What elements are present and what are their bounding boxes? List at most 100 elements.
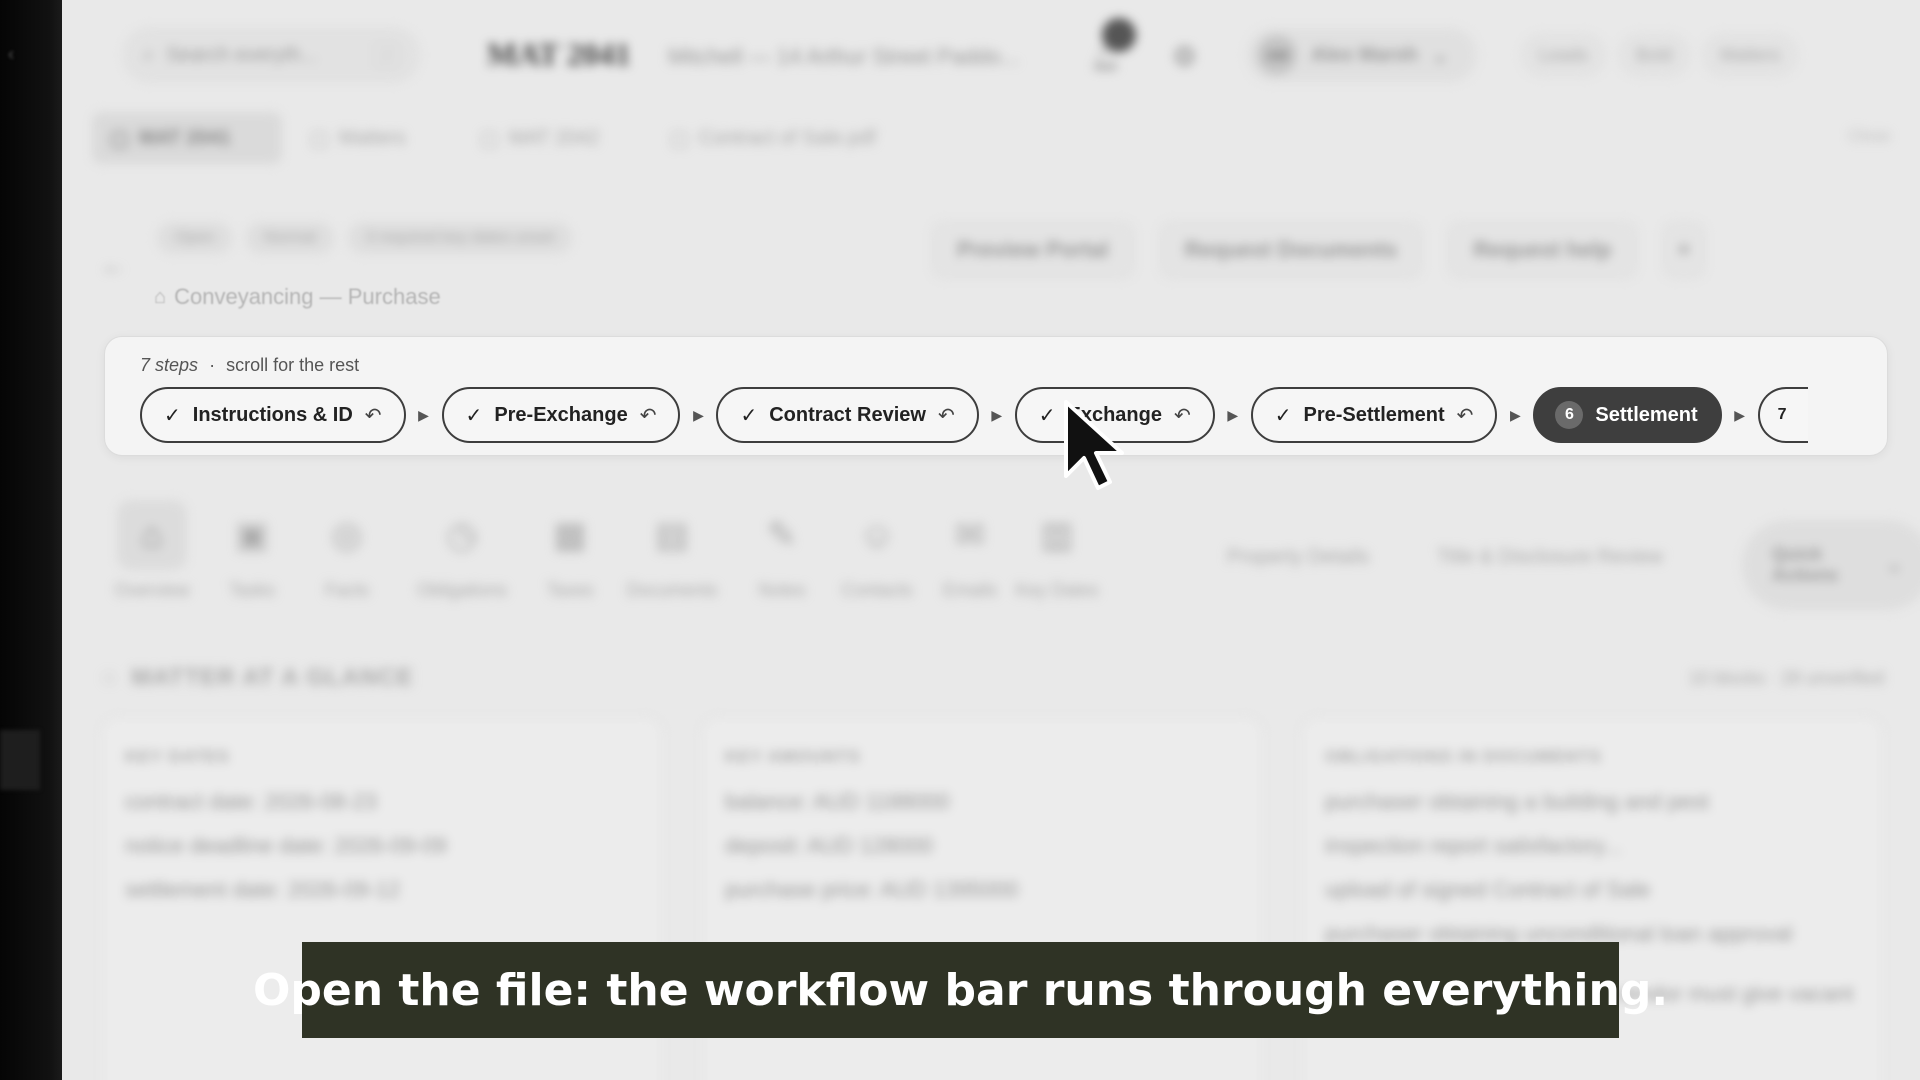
check-icon: ✓ [164, 404, 181, 427]
card-line: upload of signed Contract of Sale [1325, 877, 1651, 902]
step-contract-review[interactable]: ✓ Contract Review ↶ [716, 387, 979, 443]
edit-icon: ✎ [766, 514, 798, 555]
card-title: OBLIGATIONS IN DOCUMENTS [1325, 747, 1602, 766]
step-arrow-icon: ▶ [1510, 406, 1521, 423]
check-icon: ✓ [740, 404, 758, 427]
nav-tasks[interactable]: ▣ Tasks [197, 500, 307, 601]
back-arrow-icon[interactable]: ← [100, 250, 126, 281]
check-icon: ✓ [1274, 404, 1292, 427]
card-line: deposit: AUD 128000 [725, 833, 933, 858]
step-pre-settlement[interactable]: ✓ Pre-Settlement ↶ [1250, 387, 1498, 443]
tab-label: MAT 2042 [508, 126, 600, 149]
shield-icon: ◎ [331, 514, 363, 555]
tab-label: MAT 2041 [138, 126, 231, 149]
workflow-bar: 7 steps · scroll for the rest ✓ Instruct… [104, 336, 1888, 456]
notification-dot [1102, 18, 1136, 52]
nav-facts[interactable]: ◎ Facts [292, 500, 402, 601]
matters-button[interactable]: Matters [1703, 34, 1798, 76]
undo-icon[interactable]: ↶ [1174, 403, 1191, 428]
step-arrow-icon: ▶ [1734, 406, 1746, 423]
tab-matters[interactable]: ▢ Matters [292, 112, 424, 164]
step-label: Settlement [1595, 403, 1698, 426]
search-icon: ⌕ [143, 43, 155, 66]
section-nav: ⌂ Overview ▣ Tasks ◎ Facts ◷ Obligations… [97, 500, 1920, 630]
breadcrumb: ⌂ Conveyancing — Purchase [154, 284, 441, 310]
step-label: Instructions & ID [192, 403, 353, 426]
card-line: notice deadline date: 2026-09-09 [125, 833, 447, 858]
card-line: settlement date: 2026-09-12 [125, 877, 401, 902]
nav-overview[interactable]: ⌂ Overview [97, 500, 207, 601]
step-7[interactable]: 7 [1757, 387, 1808, 443]
step-arrow-icon: ▶ [693, 406, 704, 423]
request-help-button[interactable]: Request help [1448, 222, 1637, 278]
people-icon: ☺ [858, 514, 896, 555]
search-placeholder: Search everyth... [166, 43, 318, 66]
bold-button[interactable]: Bold [1619, 34, 1690, 76]
nav-property-details[interactable]: Property Details [1227, 546, 1369, 569]
app-window: ⌕ Search everyth... / MAT 2041 Mitchell … [62, 0, 1920, 1080]
nav-notes[interactable]: ✎ Notes [727, 500, 837, 601]
step-label: Pre-Settlement [1303, 403, 1445, 426]
undo-icon[interactable]: ↶ [938, 403, 955, 428]
undo-icon[interactable]: ↶ [640, 403, 657, 428]
step-number: 6 [1555, 401, 1584, 429]
undo-icon[interactable]: ↶ [1457, 403, 1474, 428]
tab-label: Contract of Sale.pdf [698, 126, 876, 149]
tab-mat-2041[interactable]: ▢ MAT 2041 [92, 112, 282, 164]
user-menu[interactable]: AM Alex Marsh ⌄ [1247, 28, 1477, 82]
search-input[interactable]: ⌕ Search everyth... / [124, 28, 419, 82]
card-title: KEY DATES [125, 747, 230, 766]
chevron-left-icon[interactable]: ‹ [8, 44, 14, 65]
request-documents-button[interactable]: Request Documents [1159, 222, 1423, 278]
tab-contract-pdf[interactable]: ▢ Contract of Sale.pdf [652, 112, 894, 164]
nav-label: Overview [114, 580, 190, 600]
nav-key-dates[interactable]: ▥ Key Dates [1002, 500, 1112, 601]
nav-obligations[interactable]: ◷ Obligations [397, 500, 527, 601]
more-button[interactable]: + [1662, 222, 1706, 278]
status-badge: Open [157, 222, 233, 254]
meta-separator: · [209, 355, 216, 375]
button-label: Request help [1473, 237, 1612, 262]
nav-label: Facts [324, 580, 369, 600]
card-line: contract date: 2026-08-23 [125, 789, 377, 814]
left-dark-strip: ‹ [0, 0, 62, 1080]
priority-badge: Normal [246, 222, 334, 254]
grid-icon: ◌ [102, 664, 118, 691]
button-label: Preview Portal [957, 237, 1109, 262]
step-arrow-icon: ▶ [991, 406, 1003, 423]
top-actions: Leads Bold Matters [1522, 34, 1798, 76]
tab-mat-2042[interactable]: ▢ MAT 2042 [462, 112, 617, 164]
steps-count: 7 steps [140, 355, 199, 375]
side-block [0, 730, 40, 790]
nav-label: Documents [626, 580, 718, 600]
step-arrow-icon: ▶ [1227, 406, 1239, 423]
file-icon: ▢ [310, 127, 329, 150]
tab-label: Matters [338, 126, 406, 149]
close-tabs[interactable]: Close [1849, 128, 1890, 146]
step-pre-exchange[interactable]: ✓ Pre-Exchange ↶ [441, 387, 681, 443]
warning-badge[interactable]: 3 required key dates unset [347, 222, 573, 254]
document-tabs: ▢ MAT 2041 ▢ Matters ▢ MAT 2042 ▢ Contra… [62, 112, 1920, 172]
matter-name: Mitchell — 14 Arthur Street Paddo... [668, 44, 1019, 69]
section-title-text: MATTER AT A GLANCE [131, 664, 414, 691]
nav-documents[interactable]: ▤ Documents [607, 500, 737, 601]
step-settlement[interactable]: 6 Settlement [1533, 387, 1722, 443]
home-icon: ⌂ [154, 285, 167, 308]
preview-portal-button[interactable]: Preview Portal [932, 222, 1134, 278]
check-icon: ✓ [465, 404, 483, 427]
card-line: purchase price: AUD 1395000 [725, 877, 1019, 902]
clock-icon: ◷ [446, 514, 478, 555]
card-line: inspection report satisfactory... [1325, 833, 1622, 858]
card-title: KEY AMOUNTS [725, 747, 861, 766]
undo-icon[interactable]: ↶ [365, 403, 382, 428]
step-instructions-id[interactable]: ✓ Instructions & ID ↶ [140, 387, 406, 443]
gear-icon[interactable]: ⚙ [1172, 40, 1197, 73]
quick-actions-button[interactable]: Quick Actions ⌄ [1742, 520, 1920, 610]
video-caption: Open the file: the workflow bar runs thr… [253, 942, 1668, 1038]
header-actions: Preview Portal Request Documents Request… [932, 222, 1706, 278]
user-name: Alex Marsh [1311, 43, 1418, 66]
scroll-hint: scroll for the rest [226, 355, 360, 375]
nav-title-disclosure[interactable]: Title & Disclosure Review [1437, 546, 1663, 569]
button-label: Quick Actions [1772, 544, 1839, 585]
leads-button[interactable]: Leads [1522, 34, 1606, 76]
